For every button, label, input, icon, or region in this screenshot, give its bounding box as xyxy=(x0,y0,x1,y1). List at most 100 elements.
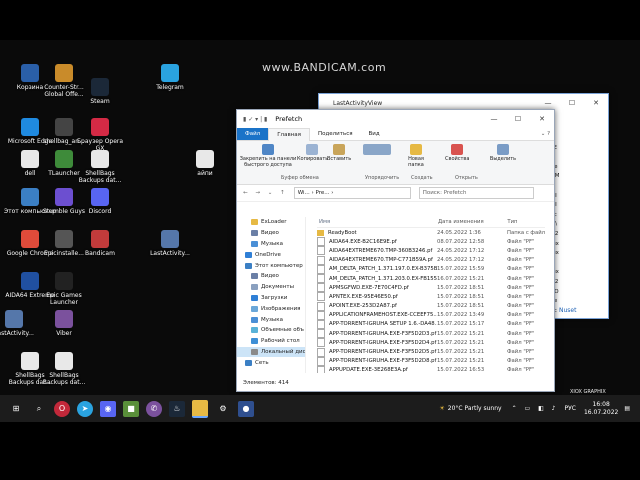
nav-item[interactable]: Документы xyxy=(237,282,305,293)
tab-home[interactable]: Главная xyxy=(268,127,310,141)
nav-item[interactable]: Объемные объ xyxy=(237,325,305,336)
desktop-icon-text-file[interactable]: айпи xyxy=(177,150,233,177)
file-name: AIDA64.EXE-B2C16E9E.pf xyxy=(329,238,397,245)
nav-item-icon xyxy=(251,338,258,345)
nav-item[interactable]: Этот компьютер xyxy=(237,260,305,271)
new-folder-button[interactable]: Новая папка xyxy=(405,144,427,168)
file-row[interactable]: APMSGFWD.EXE-7E70C4FD.pf 15.07.2022 18:51… xyxy=(317,283,545,293)
file-date: 16.07.2022 15:21 xyxy=(437,275,485,282)
nav-item[interactable]: Рабочий стол xyxy=(237,336,305,347)
tray-icons[interactable]: ⌃ ▭ ◧ ♪ xyxy=(512,405,559,412)
column-name[interactable]: Имя xyxy=(317,219,438,225)
minimize-icon[interactable]: — xyxy=(536,99,560,107)
system-tray: ☀ 20°C Partly sunny ⌃ ▭ ◧ ♪ РУС 16:08 16… xyxy=(439,395,630,422)
status-link[interactable]: Nuset xyxy=(559,307,576,314)
column-type[interactable]: Тип xyxy=(507,219,545,225)
desktop-icon-file[interactable]: ShellBags Backups dat... xyxy=(72,150,128,184)
file-row[interactable]: ReadyBoot 24.05.2022 1:36 Папка с файл xyxy=(317,228,545,237)
file-row[interactable]: AIDA64EXTREME670.TMP-360B3246.pf 24.05.20… xyxy=(317,246,545,256)
file-row[interactable]: APP-TORRENT-IGRUHA.EXE-F3F5D2D4.pf 15.07.… xyxy=(317,338,545,348)
lastactivity-icon xyxy=(161,230,179,248)
telegram-icon[interactable]: ➤ xyxy=(77,400,93,417)
file-row[interactable]: APPLICATIONFRAMEHOST.EXE-CCEEF75... 15.07… xyxy=(317,310,545,320)
nav-arrows[interactable]: ← → ⌄ ↑ xyxy=(243,190,288,196)
tab-share[interactable]: Поделиться xyxy=(310,128,361,140)
paste-button[interactable]: Вставить xyxy=(327,144,351,162)
file-date: 15.07.2022 15:21 xyxy=(437,358,485,365)
file-row[interactable]: AIDA64.EXE-B2C16E9E.pf 08.07.2022 12:58 Фа… xyxy=(317,237,545,247)
explorer-titlebar[interactable]: ▮ ✓ ▾ | ▮ Prefetch — ☐ ✕ xyxy=(237,110,554,128)
notifications-icon[interactable]: ▤ xyxy=(624,405,630,412)
language-indicator[interactable]: РУС xyxy=(565,405,576,412)
viber-icon[interactable]: ✆ xyxy=(146,400,162,417)
file-row[interactable]: APPUPDATE.EXE-3E268E3A.pf 15.07.2022 16:5… xyxy=(317,365,545,373)
telegram-icon xyxy=(161,64,179,82)
tab-file[interactable]: Файл xyxy=(237,128,269,140)
nav-item[interactable]: Музыка xyxy=(237,314,305,325)
file-row[interactable]: APP-TORRENT-IGRUHA.EXE-F3F5D2D5.pf 15.07.… xyxy=(317,347,545,357)
discord-icon[interactable]: ◉ xyxy=(100,400,116,417)
search-icon[interactable]: ⌕ xyxy=(31,401,47,417)
navigation-pane: ExLoader Видео Музыка OneDrive Этот компьюте… xyxy=(237,217,306,373)
address-bar[interactable]: Wi... › Pre... › xyxy=(293,187,411,199)
pin-quick-access-button[interactable]: Закрепить на панели быстрого доступа xyxy=(239,144,297,168)
file-date: 15.07.2022 13:49 xyxy=(437,312,485,319)
file-date: 15.07.2022 15:17 xyxy=(437,321,485,328)
chevron-down-icon[interactable]: ⌄ ? xyxy=(537,128,554,140)
copy-button[interactable]: Копировать xyxy=(297,144,328,162)
close-icon[interactable]: ✕ xyxy=(584,99,608,107)
shellbag-icon xyxy=(55,118,73,136)
weather-text[interactable]: 20°C Partly sunny xyxy=(448,405,502,412)
file-explorer-icon[interactable] xyxy=(192,399,208,418)
file-type: Файл "PF" xyxy=(507,303,535,310)
desktop-icon-opera-gx[interactable]: Браузер Opera GX xyxy=(72,118,128,152)
column-date[interactable]: Дата изменения xyxy=(438,219,507,225)
nav-item[interactable]: Музыка xyxy=(237,239,305,250)
maximize-icon[interactable]: ☐ xyxy=(560,99,584,107)
file-icon xyxy=(317,255,325,265)
file-icon xyxy=(317,329,325,339)
desktop-icon-discord[interactable]: Discord xyxy=(72,188,128,215)
opera-icon[interactable]: O xyxy=(54,400,70,417)
desktop-icon-steam[interactable]: Steam xyxy=(72,78,128,105)
nav-item[interactable]: ExLoader xyxy=(237,217,305,228)
file-row[interactable]: AIDA64EXTREME670.TMP-C771B59A.pf 24.05.20… xyxy=(317,255,545,265)
file-icon xyxy=(317,338,325,348)
file-row[interactable]: AM_DELTA_PATCH_1.371.197.0.EX-B375B1... 1… xyxy=(317,264,545,274)
desktop-icon-bandicam[interactable]: Bandicam xyxy=(72,230,128,257)
desktop-icon-epic-games[interactable]: Epic Games Launcher xyxy=(36,272,92,306)
desktop-icon-file[interactable]: ShellBags Backups dat... xyxy=(36,352,92,386)
search-input[interactable]: Поиск: Prefetch xyxy=(418,187,534,199)
tab-view[interactable]: Вид xyxy=(361,128,388,140)
bandicam-icon[interactable]: ● xyxy=(238,400,254,417)
properties-button[interactable]: Свойства xyxy=(445,144,469,162)
nav-item[interactable]: Сеть xyxy=(237,357,305,368)
quick-access-toolbar[interactable]: ▮ ✓ ▾ | ▮ xyxy=(243,116,267,123)
desktop-icon-telegram[interactable]: Telegram xyxy=(142,64,198,91)
organize-buttons[interactable] xyxy=(357,144,397,156)
file-row[interactable]: AM_DELTA_PATCH_1.371.203.0.EX-FB1558... 1… xyxy=(317,274,545,284)
desktop-icon-viber[interactable]: Viber xyxy=(36,310,92,337)
windows-start-icon[interactable]: ⊞ xyxy=(8,401,24,417)
file-row[interactable]: APP-TORRENT-IGRUHA.EXE-F3F5D2D8.pf 15.07.… xyxy=(317,356,545,366)
nav-item[interactable]: Загрузки xyxy=(237,293,305,304)
settings-icon[interactable]: ⚙ xyxy=(215,401,231,417)
file-name: AIDA64EXTREME670.TMP-360B3246.pf xyxy=(329,247,433,254)
nav-item[interactable]: Изображения xyxy=(237,303,305,314)
nav-item[interactable]: Видео xyxy=(237,228,305,239)
select-button[interactable]: Выделить xyxy=(489,144,517,162)
file-row[interactable]: APP-TORRENT-IGRUHA SETUP 1.6.-DA48... 15.… xyxy=(317,319,545,329)
file-row[interactable]: APOINT.EXE-253D2A87.pf 15.07.2022 18:51 Фа… xyxy=(317,301,545,311)
nav-item[interactable]: OneDrive xyxy=(237,249,305,260)
steam-icon[interactable]: ♨ xyxy=(169,400,185,417)
clock[interactable]: 16:08 16.07.2022 xyxy=(584,401,618,417)
desktop-icon-lastactivity[interactable]: LastActivity... xyxy=(142,230,198,257)
maximize-icon[interactable]: ☐ xyxy=(506,115,530,123)
nav-item[interactable]: Локальный дис xyxy=(237,346,305,358)
minimize-icon[interactable]: — xyxy=(482,115,506,123)
nav-item[interactable]: Видео xyxy=(237,271,305,282)
minecraft-icon[interactable]: ■ xyxy=(123,400,139,417)
file-row[interactable]: APNTEX.EXE-95E46E50.pf 15.07.2022 18:51 Фа… xyxy=(317,292,545,302)
file-row[interactable]: APP-TORRENT-IGRUHA.EXE-F3F5D2D3.pf 15.07.… xyxy=(317,329,545,339)
close-icon[interactable]: ✕ xyxy=(530,115,554,123)
